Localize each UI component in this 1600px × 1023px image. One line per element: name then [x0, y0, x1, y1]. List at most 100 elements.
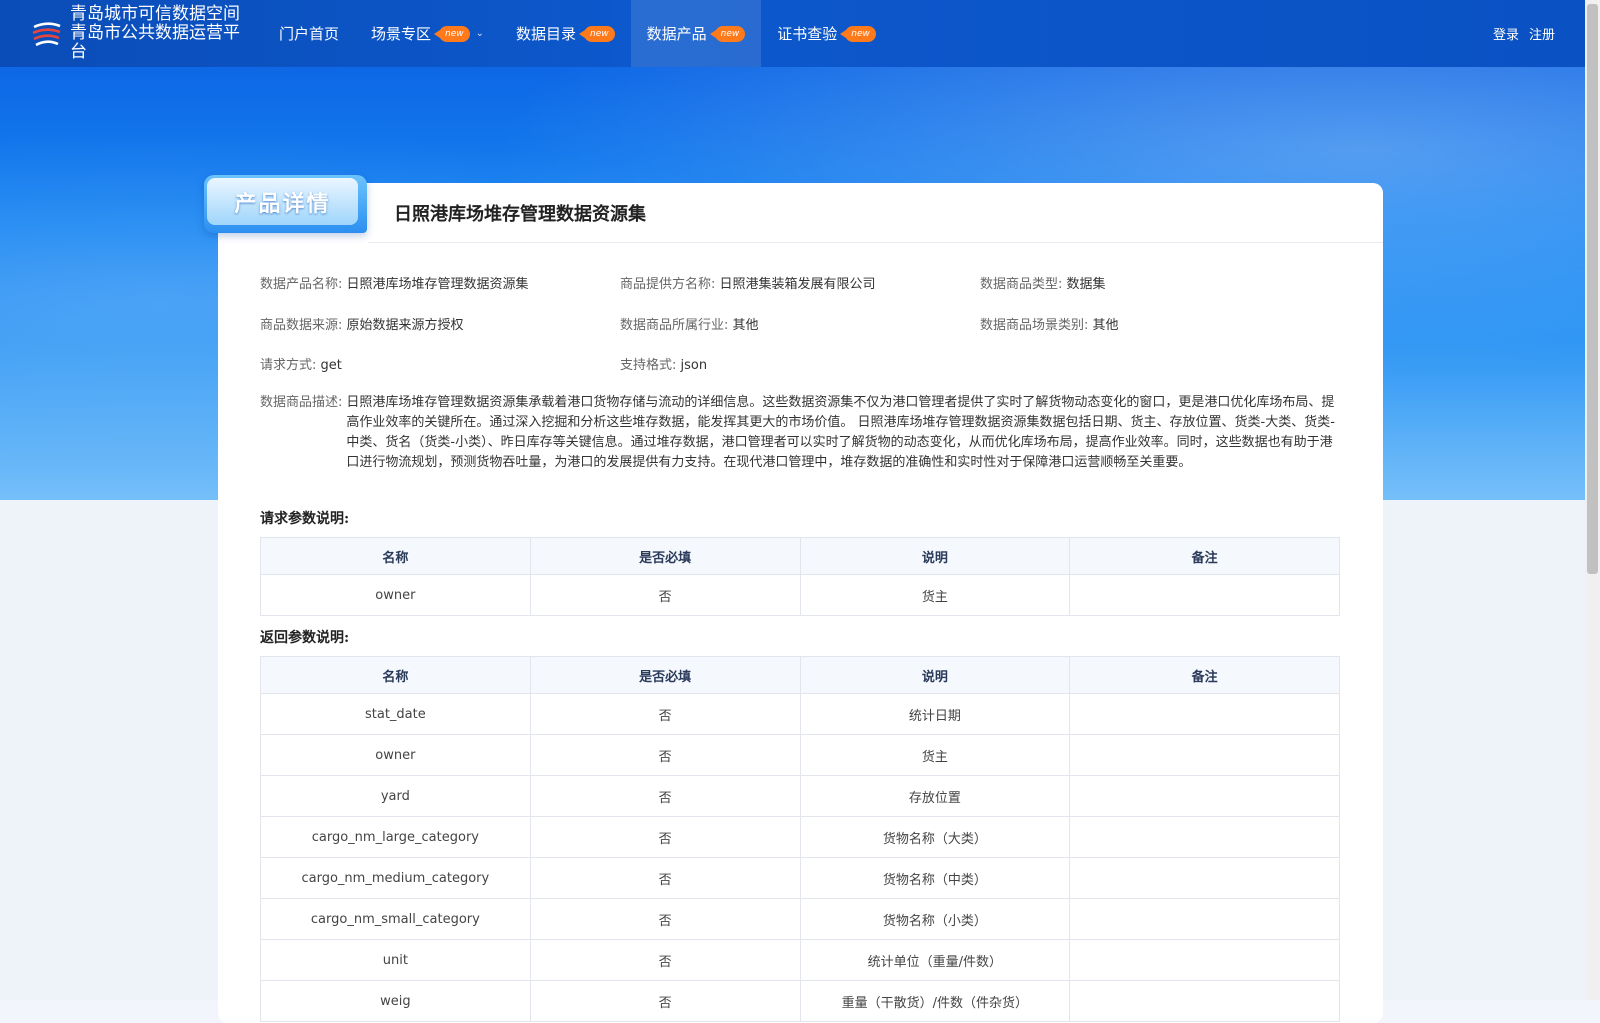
- brand-name[interactable]: 青岛城市可信数据空间 青岛市公共数据运营平台: [70, 5, 245, 62]
- table-cell: 否: [529, 898, 801, 940]
- platform-logo-icon[interactable]: [30, 17, 64, 51]
- field-label: 商品提供方名称:: [620, 277, 716, 292]
- table-row: stat_date 否 统计日期: [260, 693, 1340, 735]
- table-row: cargo_nm_small_category 否 货物名称（小类）: [260, 898, 1340, 940]
- field-product-type: 数据商品类型: 数据集: [980, 273, 1106, 292]
- chevron-down-icon: ⌄: [475, 28, 485, 39]
- field-scene-category: 数据商品场景类别: 其他: [980, 314, 1119, 333]
- table-cell: 否: [529, 857, 801, 899]
- nav-item-data-catalog[interactable]: 数据目录 new: [500, 0, 631, 67]
- request-params-table: 名称 是否必填 说明 备注 owner 否 货主: [260, 537, 1340, 616]
- table-cell: 否: [529, 816, 801, 858]
- column-header: 名称: [260, 656, 531, 694]
- table-cell: yard: [260, 775, 531, 817]
- brand-line-1: 青岛城市可信数据空间: [70, 4, 240, 24]
- column-header: 说明: [799, 537, 1071, 575]
- column-header: 说明: [799, 656, 1071, 694]
- response-params-table: 名称 是否必填 说明 备注 stat_date 否 统计日期 owner 否 货…: [260, 656, 1340, 1022]
- product-title: 日照港库场堆存管理数据资源集: [394, 204, 646, 225]
- field-request-method: 请求方式: get: [260, 354, 342, 373]
- table-cell: 否: [529, 775, 801, 817]
- table-cell: 货物名称（大类）: [799, 816, 1071, 858]
- auth-links: 登录 注册: [1493, 24, 1555, 43]
- nav-item-scenarios[interactable]: 场景专区 new ⌄: [355, 0, 500, 67]
- field-label: 数据商品类型:: [980, 277, 1063, 292]
- field-label: 支持格式:: [620, 358, 677, 373]
- nav-item-home[interactable]: 门户首页: [263, 0, 355, 67]
- table-cell: 统计单位（重量/件数）: [799, 939, 1071, 981]
- nav-item-certificate-check[interactable]: 证书查验 new: [761, 0, 892, 67]
- field-product-name: 数据产品名称: 日照港库场堆存管理数据资源集: [260, 273, 529, 292]
- table-row: cargo_nm_large_category 否 货物名称（大类）: [260, 816, 1340, 858]
- nav-item-label: 数据产品: [646, 25, 707, 43]
- table-header-row: 名称 是否必填 说明 备注: [260, 656, 1340, 694]
- top-navigation-bar: 青岛城市可信数据空间 青岛市公共数据运营平台 门户首页 场景专区 new ⌄ 数…: [0, 0, 1585, 67]
- table-cell: 货主: [799, 574, 1071, 616]
- column-header: 备注: [1069, 537, 1340, 575]
- table-cell: [1069, 574, 1340, 616]
- field-label: 数据商品描述:: [260, 395, 343, 410]
- table-row: cargo_nm_medium_category 否 货物名称（中类）: [260, 857, 1340, 899]
- new-badge: new: [840, 25, 876, 42]
- table-cell: [1069, 980, 1340, 1022]
- table-cell: owner: [260, 734, 531, 776]
- table-row: weig 否 重量（干散货）/件数（件杂货）: [260, 980, 1340, 1022]
- field-data-source: 商品数据来源: 原始数据来源方授权: [260, 314, 464, 333]
- table-cell: [1069, 693, 1340, 735]
- product-detail-ribbon: 产品详情: [204, 175, 367, 233]
- field-value: 其他: [732, 318, 759, 333]
- ribbon-label: 产品详情: [207, 178, 358, 225]
- nav-item-label: 场景专区: [371, 25, 432, 43]
- table-row: owner 否 货主: [260, 734, 1340, 776]
- table-cell: [1069, 734, 1340, 776]
- brand-line-2: 青岛市公共数据运营平台: [70, 23, 240, 62]
- field-label: 数据产品名称:: [260, 277, 343, 292]
- register-link[interactable]: 注册: [1529, 24, 1555, 43]
- nav-item-label: 数据目录: [516, 25, 577, 43]
- table-row: unit 否 统计单位（重量/件数）: [260, 939, 1340, 981]
- nav-item-label: 证书查验: [777, 25, 838, 43]
- table-cell: unit: [260, 939, 531, 981]
- table-cell: [1069, 898, 1340, 940]
- new-badge: new: [709, 25, 746, 42]
- column-header: 是否必填: [529, 537, 801, 575]
- table-cell: 重量（干散货）/件数（件杂货）: [799, 980, 1071, 1022]
- table-cell: cargo_nm_small_category: [260, 898, 531, 940]
- scrollbar-thumb[interactable]: [1587, 4, 1598, 574]
- new-badge: new: [579, 25, 615, 42]
- table-cell: 否: [529, 980, 801, 1022]
- column-header: 是否必填: [529, 656, 801, 694]
- request-params-title: 请求参数说明:: [260, 511, 350, 527]
- field-supported-format: 支持格式: json: [620, 354, 707, 373]
- table-cell: [1069, 816, 1340, 858]
- field-label: 商品数据来源:: [260, 318, 343, 333]
- field-value: json: [680, 358, 708, 373]
- nav-item-data-products[interactable]: 数据产品 new: [630, 0, 762, 67]
- field-label: 请求方式:: [260, 358, 317, 373]
- page-scrollbar[interactable]: [1585, 0, 1600, 1000]
- response-params-title: 返回参数说明:: [260, 630, 350, 646]
- table-cell: owner: [260, 574, 531, 616]
- main-nav: 门户首页 场景专区 new ⌄ 数据目录 new 数据产品 new 证书查验 n…: [263, 0, 892, 67]
- field-label: 数据商品所属行业:: [620, 318, 729, 333]
- field-provider-name: 商品提供方名称: 日照港集装箱发展有限公司: [620, 273, 876, 292]
- title-divider: [368, 242, 1383, 243]
- table-cell: 货主: [799, 734, 1071, 776]
- table-row: owner 否 货主: [260, 574, 1340, 616]
- table-header-row: 名称 是否必填 说明 备注: [260, 537, 1340, 575]
- table-cell: 否: [529, 734, 801, 776]
- table-cell: [1069, 775, 1340, 817]
- field-value: 日照港集装箱发展有限公司: [719, 277, 876, 292]
- table-row: yard 否 存放位置: [260, 775, 1340, 817]
- new-badge: new: [434, 25, 470, 42]
- table-cell: [1069, 857, 1340, 899]
- table-cell: 否: [529, 574, 801, 616]
- table-cell: 存放位置: [799, 775, 1071, 817]
- table-cell: stat_date: [260, 693, 531, 735]
- field-label: 数据商品场景类别:: [980, 318, 1089, 333]
- field-value: 其他: [1092, 318, 1119, 333]
- column-header: 名称: [260, 537, 531, 575]
- table-cell: 否: [529, 939, 801, 981]
- table-cell: 否: [529, 693, 801, 735]
- login-link[interactable]: 登录: [1493, 24, 1519, 43]
